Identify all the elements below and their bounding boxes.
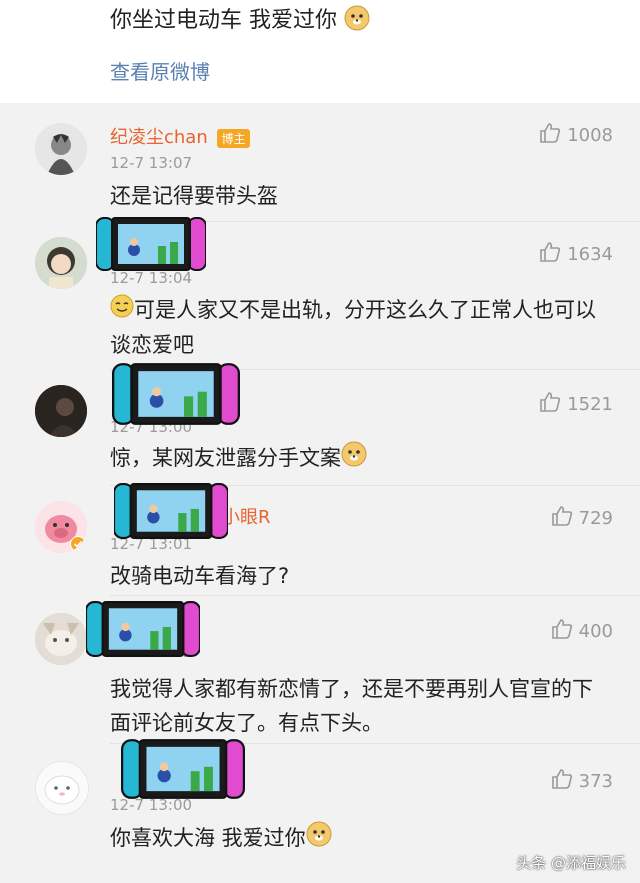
game-console-sticker-icon xyxy=(95,216,207,276)
like-count: 1008 xyxy=(567,125,613,146)
like-count: 1521 xyxy=(567,394,613,415)
comment-text: 可是人家又不是出轨，分开这么久了正常人也可以谈恋爱吧 xyxy=(110,293,610,362)
comment-text-content: 你喜欢大海 我爱过你 xyxy=(110,826,306,850)
like-count: 729 xyxy=(578,508,613,529)
watermark: 头条 @添福娱乐 xyxy=(516,854,626,872)
game-console-sticker-icon xyxy=(120,738,246,804)
thumbs-up-icon xyxy=(551,505,573,532)
like-button[interactable]: 1521 xyxy=(539,391,613,418)
game-console-sticker-icon xyxy=(85,600,202,662)
like-count: 373 xyxy=(578,771,613,792)
verified-icon xyxy=(70,536,86,553)
game-console-sticker-icon xyxy=(110,362,242,430)
post-text-content: 你坐过电动车 我爱过你 xyxy=(110,8,337,33)
avatar[interactable] xyxy=(35,123,87,175)
comment-text-content: 惊，某网友泄露分手文案 xyxy=(110,446,341,470)
username[interactable]: 纪凌尘chan 博主 xyxy=(110,123,250,149)
sweat-smile-emoji-icon xyxy=(110,294,134,328)
doge-emoji-icon xyxy=(341,441,367,477)
avatar[interactable] xyxy=(35,501,87,553)
comment-text: 惊，某网友泄露分手文案 xyxy=(110,441,610,477)
comment-text: 我觉得人家都有新恋情了，还是不要再别人官宣的下面评论前女友了。有点下头。 xyxy=(110,677,593,735)
view-original-link[interactable]: 查看原微博 xyxy=(110,56,210,85)
username-text[interactable]: 纪凌尘chan xyxy=(110,127,208,148)
thumbs-up-icon xyxy=(551,768,573,795)
game-console-sticker-icon xyxy=(113,482,230,544)
avatar[interactable] xyxy=(35,761,89,815)
like-count: 400 xyxy=(578,621,613,642)
like-button[interactable]: 729 xyxy=(551,505,613,532)
comment-time: 12-7 13:07 xyxy=(110,154,193,172)
divider xyxy=(110,595,640,596)
username[interactable]: 小眼R xyxy=(222,503,271,529)
thumbs-up-icon xyxy=(551,618,573,645)
host-badge: 博主 xyxy=(217,128,250,148)
avatar[interactable] xyxy=(35,385,87,437)
like-button[interactable]: 1634 xyxy=(539,241,613,268)
comment-text: 改骑电动车看海了? xyxy=(110,564,290,588)
like-count: 1634 xyxy=(567,244,613,265)
post-card: 你坐过电动车 我爱过你 查看原微博 xyxy=(0,0,640,103)
thumbs-up-icon xyxy=(539,122,561,149)
avatar[interactable] xyxy=(35,613,87,665)
doge-emoji-icon xyxy=(344,5,370,37)
like-button[interactable]: 400 xyxy=(551,618,613,645)
avatar[interactable] xyxy=(35,237,87,289)
thumbs-up-icon xyxy=(539,241,561,268)
comment-text-content: 可是人家又不是出轨，分开这么久了正常人也可以谈恋爱吧 xyxy=(110,298,596,357)
thumbs-up-icon xyxy=(539,391,561,418)
like-button[interactable]: 1008 xyxy=(539,122,613,149)
like-button[interactable]: 373 xyxy=(551,768,613,795)
comment-text: 还是记得要带头盔 xyxy=(110,184,278,208)
username-text[interactable]: 小眼R xyxy=(222,507,271,528)
post-text: 你坐过电动车 我爱过你 xyxy=(110,2,370,37)
doge-emoji-icon xyxy=(306,821,332,857)
